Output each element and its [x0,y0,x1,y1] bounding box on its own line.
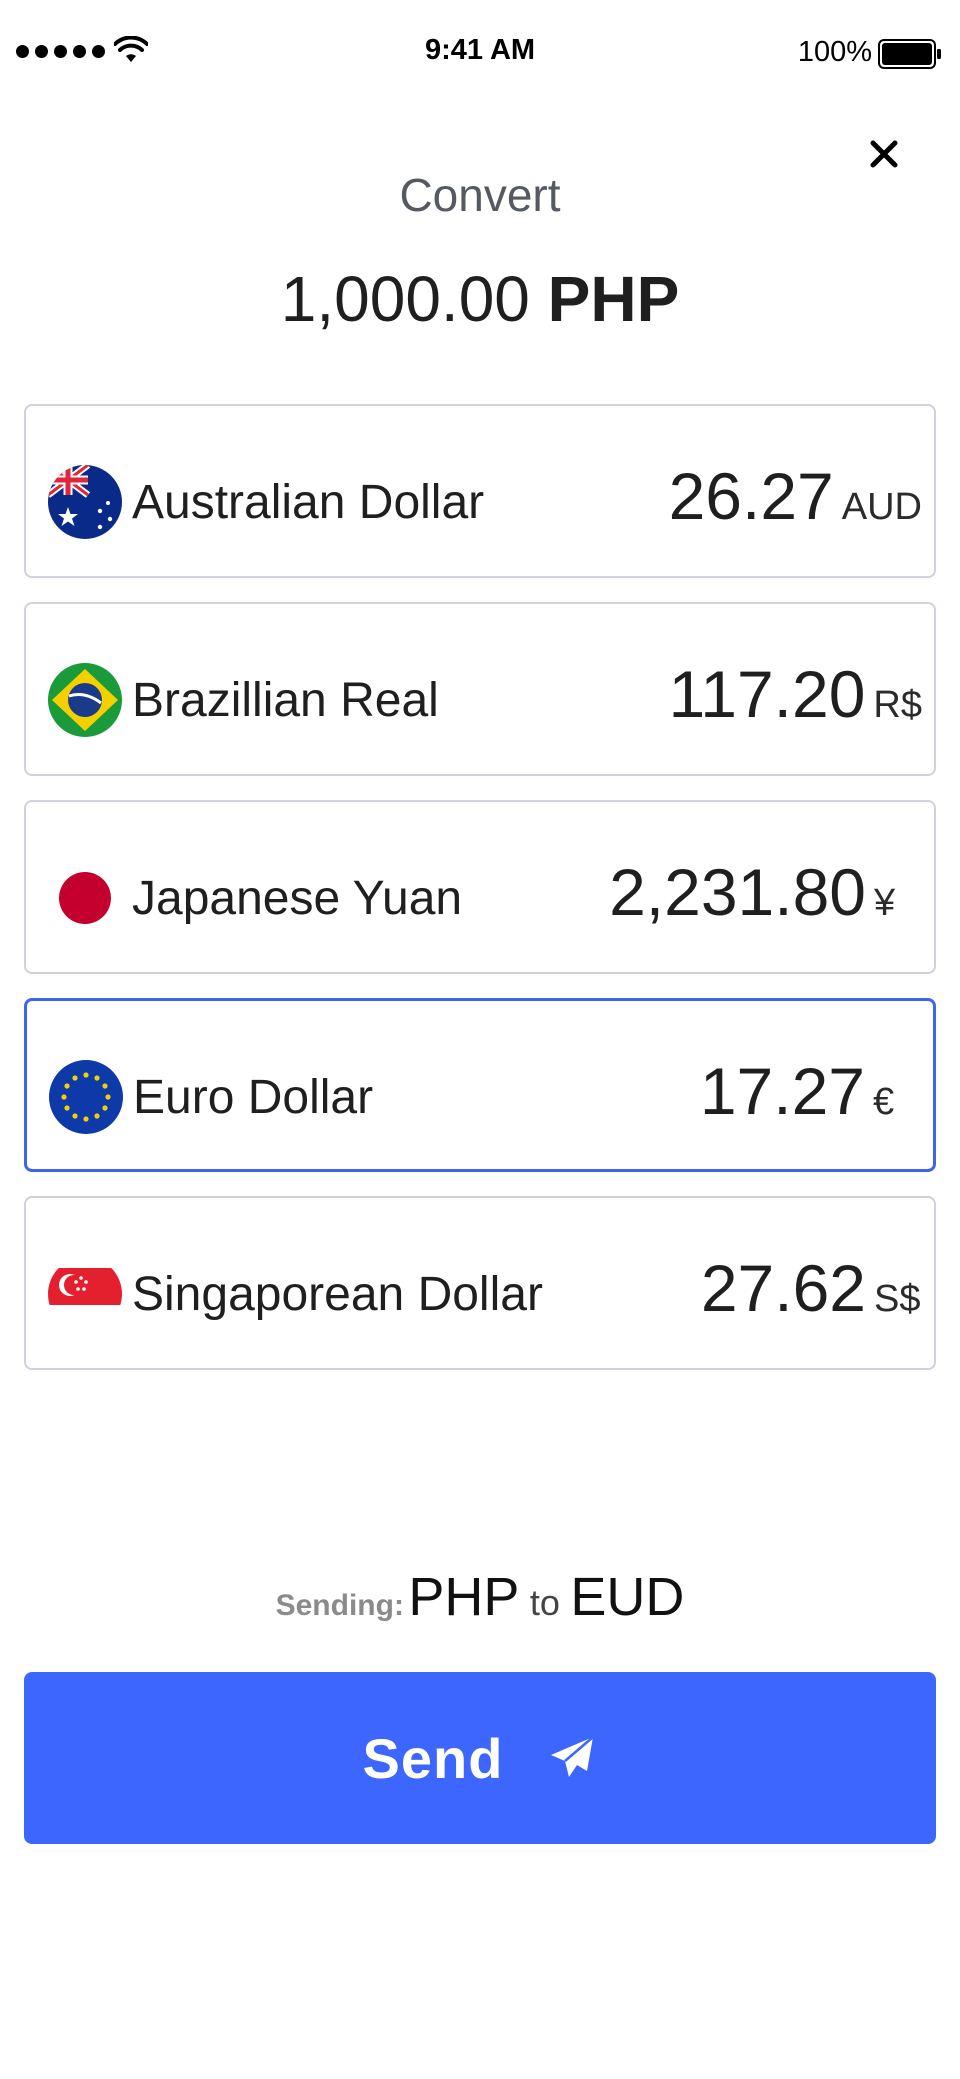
currency-value: 26.27 AUD [669,458,922,534]
currency-value: 2,231.80 ¥ [609,854,922,930]
currency-symbol: ¥ [874,882,896,924]
send-button[interactable]: Send [24,1672,936,1844]
amount-currency: PHP [547,263,680,335]
page-title: Convert [399,169,561,221]
amount-display: 1,000.00 PHP [0,262,960,336]
converted-amount: 2,231.80 [609,855,866,929]
australia-flag-icon [48,465,122,539]
currency-name: Euro Dollar [133,1071,374,1124]
currency-value: 27.62 S$ [701,1250,922,1326]
currency-row-aud[interactable]: Australian Dollar 26.27 AUD [24,404,936,578]
brazil-flag-icon [48,663,122,737]
currency-row-sgd[interactable]: Singaporean Dollar 27.62 S$ [24,1196,936,1370]
send-button-label: Send [362,1726,504,1790]
sending-to-currency: EUD [570,1567,685,1627]
converted-amount: 117.20 [668,657,866,731]
currency-value: 17.27 € [700,1053,921,1129]
converted-amount: 17.27 [699,1054,865,1128]
currency-row-jpy[interactable]: Japanese Yuan 2,231.80 ¥ [24,800,936,974]
japan-flag-icon [48,861,122,935]
currency-list: Australian Dollar 26.27 AUD Brazillian Re… [24,404,936,1394]
currency-row-brl[interactable]: Brazillian Real 117.20 R$ [24,602,936,776]
currency-symbol: R$ [873,684,922,726]
converted-amount: 26.27 [668,459,834,533]
singapore-flag-icon [48,1257,122,1331]
sending-summary: Sending: PHP to EUD [0,1566,960,1628]
currency-name: Brazillian Real [132,674,439,727]
sending-to-word: to [529,1582,560,1623]
status-bar: 9:41 AM 100% [0,0,960,108]
currency-name: Japanese Yuan [132,872,463,925]
currency-name: Singaporean Dollar [132,1268,543,1321]
currency-row-eur[interactable]: Euro Dollar 17.27 € [24,998,936,1172]
amount-value: 1,000.00 [280,263,530,335]
sending-label: Sending: [275,1589,404,1622]
sending-from-currency: PHP [408,1567,520,1627]
currency-symbol: AUD [841,486,922,528]
currency-symbol: S$ [874,1278,921,1320]
close-icon [870,140,898,168]
converted-amount: 27.62 [700,1251,866,1325]
currency-value: 117.20 R$ [668,656,922,732]
currency-name: Australian Dollar [132,476,485,529]
paper-plane-icon [551,1736,595,1777]
eu-flag-icon [49,1060,123,1134]
battery-icon [878,39,941,69]
battery-percent: 100% [797,36,872,68]
currency-symbol: € [873,1081,895,1123]
